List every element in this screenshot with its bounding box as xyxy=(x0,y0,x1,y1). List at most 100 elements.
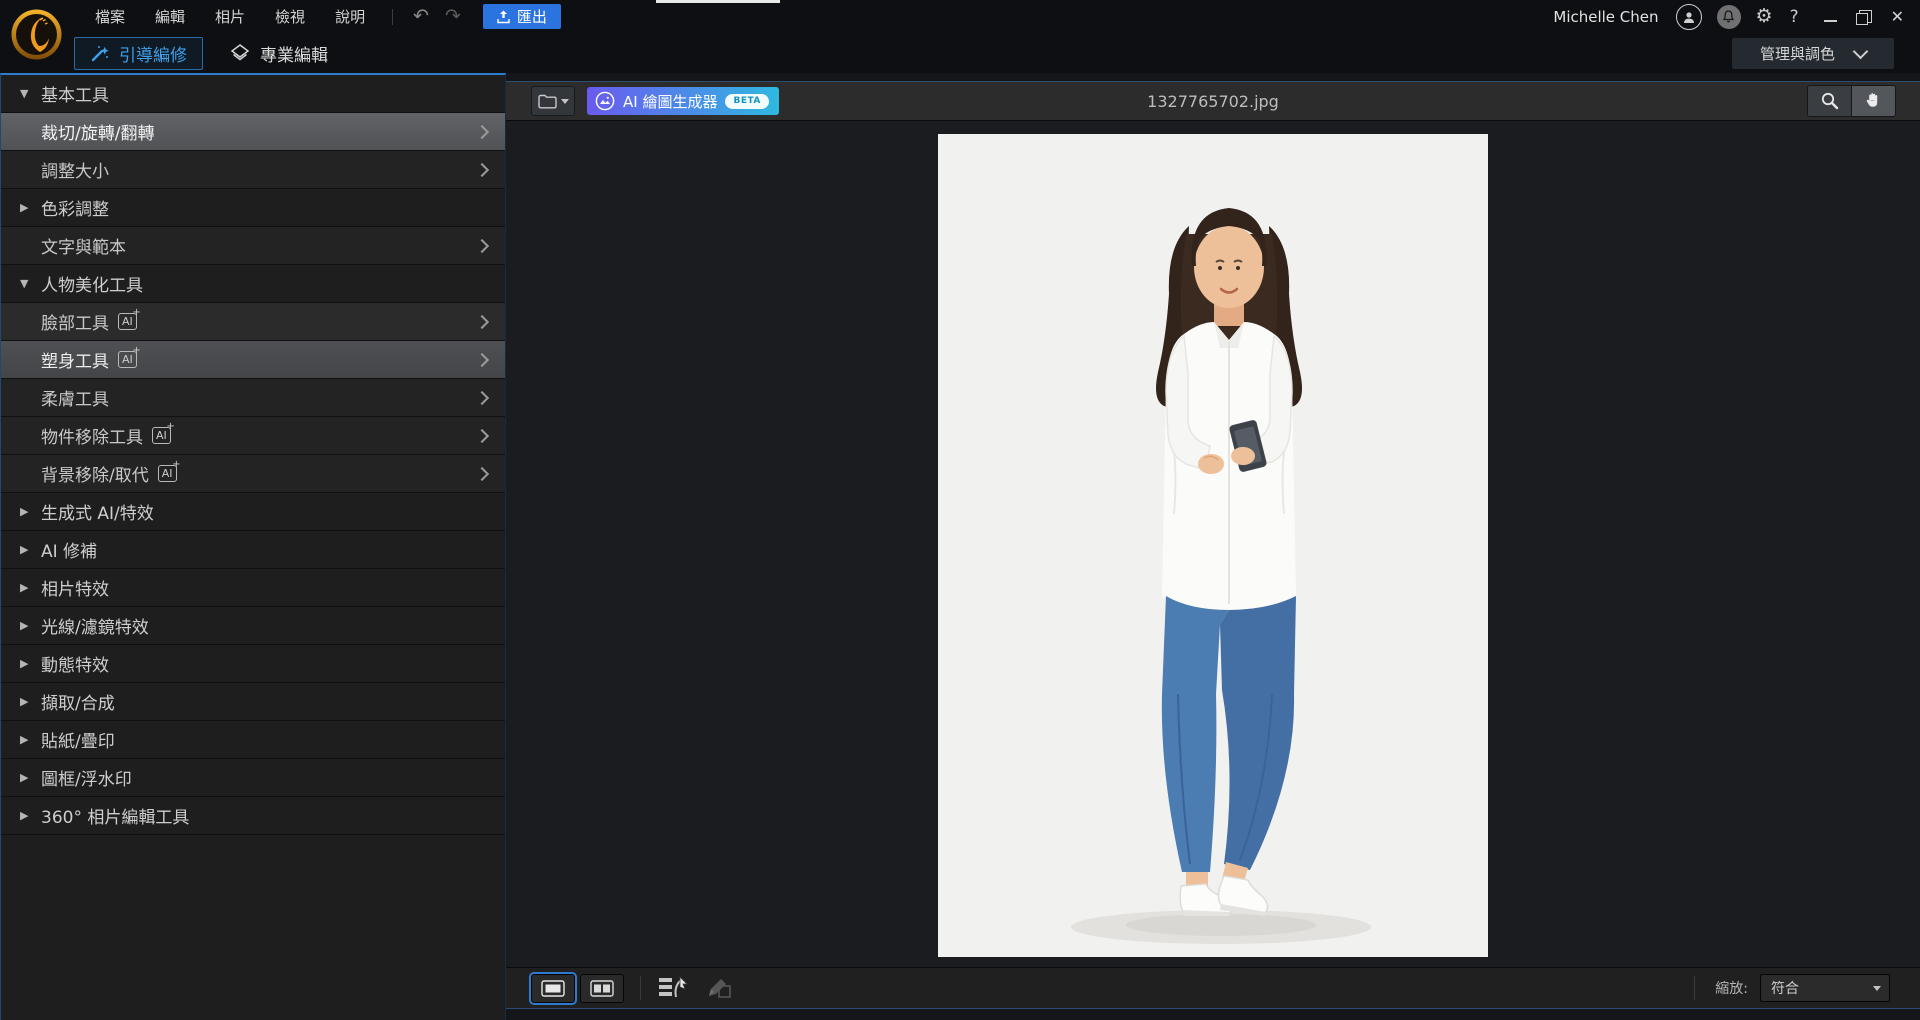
titlebar: 檔案 編輯 相片 檢視 說明 ↶ ↷ 匯出 Michelle Chen ⚙ xyxy=(0,0,1920,33)
triangle-right-icon: ▶ xyxy=(20,543,34,556)
menu-help[interactable]: 說明 xyxy=(320,6,380,27)
manage-color-dropdown[interactable]: 管理與調色 xyxy=(1732,38,1894,69)
photo-woman-with-phone xyxy=(938,134,1488,957)
bottom-toolbar: 縮放: 符合 xyxy=(506,967,1920,1008)
minimize-icon[interactable] xyxy=(1824,20,1837,22)
sidebar-item-photo-360-tools[interactable]: ▶360° 相片編輯工具 xyxy=(1,797,505,835)
settings-gear-icon[interactable]: ⚙ xyxy=(1756,7,1773,26)
sidebar-item-skin-smooth[interactable]: 柔膚工具 xyxy=(1,379,505,417)
sidebar-item-sticker-overlay[interactable]: ▶貼紙/疊印 xyxy=(1,721,505,759)
redo-icon[interactable]: ↷ xyxy=(437,7,469,26)
zoom-level-dropdown[interactable]: 符合 xyxy=(1760,974,1890,1002)
sidebar-item-label: 背景移除/取代 xyxy=(41,461,149,486)
sidebar-item-label: 塑身工具 xyxy=(41,347,109,372)
sidebar-item-label: 動態特效 xyxy=(41,651,109,676)
sidebar-item-generative-ai-effects[interactable]: ▶ 生成式 AI/特效 xyxy=(1,493,505,531)
triangle-right-icon: ▶ xyxy=(20,505,34,518)
ai-image-icon xyxy=(595,91,615,111)
sidebar-item-face-tools[interactable]: 臉部工具AI xyxy=(1,303,505,341)
ai-feature-badge-icon: AI xyxy=(118,351,137,368)
triangle-right-icon: ▶ xyxy=(20,695,34,708)
sidebar-item-resize[interactable]: 調整大小 xyxy=(1,151,505,189)
titlebar-right: Michelle Chen ⚙ ? ✕ xyxy=(1553,4,1904,30)
sidebar-item-crop-rotate-flip[interactable]: 裁切/旋轉/翻轉 xyxy=(1,113,505,151)
help-icon[interactable]: ? xyxy=(1788,7,1801,27)
beta-badge: BETA xyxy=(725,94,768,109)
ai-image-generator-button[interactable]: AI 繪圖生成器 BETA xyxy=(587,87,779,115)
menu-view[interactable]: 檢視 xyxy=(260,6,320,27)
sidebar-item-label: 文字與範本 xyxy=(41,233,126,258)
restore-icon[interactable] xyxy=(1859,10,1872,23)
ai-feature-badge-icon: AI xyxy=(158,465,177,482)
sidebar-item-label: 基本工具 xyxy=(41,81,109,106)
divider xyxy=(1694,976,1695,1000)
cyberlink-logo xyxy=(10,8,63,61)
compare-view-button[interactable] xyxy=(580,974,624,1003)
sidebar-item-label: AI 修補 xyxy=(41,537,97,562)
ai-feature-badge-icon: AI xyxy=(118,313,137,330)
single-view-icon xyxy=(541,980,565,997)
sidebar-item-label: 色彩調整 xyxy=(41,195,109,220)
sidebar-item-label: 裁切/旋轉/翻轉 xyxy=(41,119,154,144)
chevron-right-icon xyxy=(475,390,489,404)
sidebar-item-ai-repair[interactable]: ▶ AI 修補 xyxy=(1,531,505,569)
mode-tab-row: 引導編修 專業編輯 管理與調色 xyxy=(0,33,1920,73)
folder-icon xyxy=(538,94,557,109)
main-area: ▼基本工具裁切/旋轉/翻轉調整大小▶色彩調整文字與範本▼人物美化工具臉部工具AI… xyxy=(0,73,1920,1020)
pan-tool-button[interactable] xyxy=(1851,86,1895,116)
sidebar-item-text-templates[interactable]: 文字與範本 xyxy=(1,227,505,265)
apply-adjustments-button[interactable] xyxy=(657,975,691,1001)
sidebar-item-label: 圖框/浮水印 xyxy=(41,765,132,790)
sidebar-item-people-beautify[interactable]: ▼人物美化工具 xyxy=(1,265,505,303)
sidebar-item-label: 光線/濾鏡特效 xyxy=(41,613,149,638)
single-view-button[interactable] xyxy=(531,974,575,1003)
chevron-right-icon xyxy=(475,124,489,138)
tab-professional-edit[interactable]: 專業編輯 xyxy=(229,41,328,66)
settings-list-cursor-icon xyxy=(657,975,691,1001)
triangle-right-icon: ▶ xyxy=(20,657,34,670)
sidebar-item-body-shaper[interactable]: 塑身工具 AI xyxy=(1,341,505,379)
undo-icon[interactable]: ↶ xyxy=(405,7,437,26)
menu-file[interactable]: 檔案 xyxy=(80,6,140,27)
compare-view-icon xyxy=(590,980,614,997)
export-button[interactable]: 匯出 xyxy=(483,4,561,29)
tab-guided-edit[interactable]: 引導編修 xyxy=(74,37,203,70)
tab-guided-label: 引導編修 xyxy=(119,41,187,66)
sidebar-item-frame-watermark[interactable]: ▶圖框/浮水印 xyxy=(1,759,505,797)
layers-icon xyxy=(229,42,251,64)
photo-viewport xyxy=(506,120,1920,967)
sidebar-item-basic-tools[interactable]: ▼ 基本工具 xyxy=(1,75,505,113)
dropdown-triangle-icon xyxy=(561,99,569,104)
sidebar-item-motion-effects[interactable]: ▶ 動態特效 xyxy=(1,645,505,683)
menu-photo[interactable]: 相片 xyxy=(200,6,260,27)
sidebar-item-light-filter-effects[interactable]: ▶光線/濾鏡特效 xyxy=(1,607,505,645)
ai-feature-badge-icon: AI xyxy=(152,427,171,444)
sidebar-item-label: 貼紙/疊印 xyxy=(41,727,115,752)
sidebar-item-label: 生成式 AI/特效 xyxy=(41,499,154,524)
zoom-tool-button[interactable] xyxy=(1808,86,1851,116)
hand-icon xyxy=(1865,91,1883,111)
close-icon[interactable]: ✕ xyxy=(1891,7,1904,26)
notifications-bell-icon[interactable] xyxy=(1717,5,1741,29)
sidebar-item-object-removal[interactable]: 物件移除工具 AI xyxy=(1,417,505,455)
edit-adjustments-button[interactable] xyxy=(705,976,735,1000)
bottom-edge-strip xyxy=(506,1008,1920,1020)
divider xyxy=(392,9,393,25)
sidebar-item-label: 物件移除工具 xyxy=(41,423,143,448)
dropdown-triangle-icon xyxy=(1873,986,1881,991)
filename-label: 1327765702.jpg xyxy=(1147,92,1279,111)
sidebar-item-label: 調整大小 xyxy=(41,157,109,182)
user-name[interactable]: Michelle Chen xyxy=(1553,8,1658,26)
menu-edit[interactable]: 編輯 xyxy=(140,6,200,27)
sidebar-item-background-removal[interactable]: 背景移除/取代 AI xyxy=(1,455,505,493)
triangle-down-icon: ▼ xyxy=(20,87,34,100)
triangle-right-icon: ▶ xyxy=(20,581,34,594)
open-folder-button[interactable] xyxy=(531,86,575,116)
sidebar-item-color-adjust[interactable]: ▶色彩調整 xyxy=(1,189,505,227)
sidebar-item-photo-effects[interactable]: ▶相片特效 xyxy=(1,569,505,607)
triangle-down-icon: ▼ xyxy=(20,277,34,290)
account-icon[interactable] xyxy=(1676,4,1702,30)
zoom-controls: 縮放: 符合 xyxy=(1678,974,1890,1002)
sidebar-item-extract-compose[interactable]: ▶擷取/合成 xyxy=(1,683,505,721)
zoom-level-value: 符合 xyxy=(1771,978,1799,998)
